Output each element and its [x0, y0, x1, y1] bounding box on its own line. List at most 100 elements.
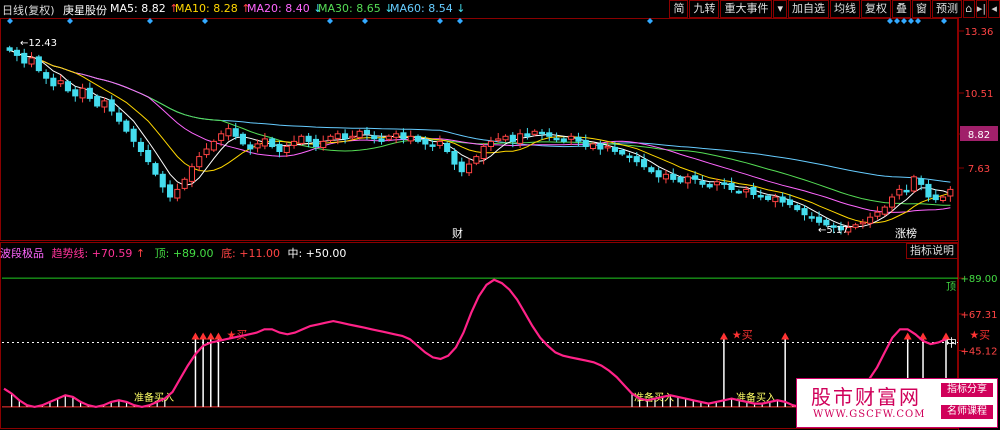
prepare-buy-label: 准备买入: [134, 391, 174, 404]
buy-arrow-icon: [719, 332, 728, 340]
moving-average-button[interactable]: 均线: [830, 0, 860, 18]
down-candle: [247, 144, 254, 150]
up-candle: [218, 133, 225, 141]
down-candle: [757, 195, 764, 198]
buy-arrow-icon: [214, 332, 223, 340]
down-candle: [35, 56, 42, 72]
skip-end-icon[interactable]: ▸|: [975, 0, 988, 18]
up-candle: [743, 188, 750, 193]
ma10-label: MA10: 8.28 ↑: [175, 2, 251, 15]
up-candle: [320, 140, 327, 148]
down-candle: [152, 163, 159, 175]
nine-turn-button[interactable]: 九转: [689, 0, 720, 18]
down-candle: [72, 89, 79, 97]
down-candle: [633, 156, 640, 163]
period-label[interactable]: 日线(复权): [2, 2, 55, 18]
up-candle: [196, 156, 203, 168]
ma20-line: [9, 49, 951, 213]
forecast-button[interactable]: 预测: [932, 0, 962, 18]
down-candle: [560, 138, 567, 142]
buy-arrow-icon: [191, 332, 200, 340]
indicator-explain-button[interactable]: 指标说明: [906, 243, 958, 259]
back-icon[interactable]: ◂: [988, 0, 1000, 18]
up-candle: [947, 188, 954, 197]
top-value: 顶: +89.00: [154, 247, 214, 260]
down-candle: [648, 167, 655, 173]
down-candle: [692, 175, 699, 180]
add-watchlist-button[interactable]: 加自选: [788, 0, 829, 18]
lock-icon[interactable]: ⌂: [963, 0, 975, 18]
down-candle: [137, 141, 144, 152]
watermark-url: WWW.GSCFW.COM: [813, 409, 926, 420]
prepare-buy-label: 准备买入: [634, 391, 674, 404]
ma60-line: [9, 49, 951, 183]
up-candle: [356, 130, 363, 138]
window-button[interactable]: 窗: [912, 0, 931, 18]
watermark-title: 股市财富网: [811, 385, 921, 409]
high-price-marker: ←12.43: [20, 38, 57, 49]
down-candle: [145, 150, 152, 163]
price-panel-frame: [0, 18, 958, 241]
down-candle: [546, 132, 553, 137]
down-candle: [553, 137, 560, 141]
down-candle: [130, 128, 137, 142]
indicator-tick-label: +67.31: [960, 310, 997, 321]
down-candle: [451, 151, 458, 165]
down-candle: [735, 190, 742, 194]
down-candle: [116, 112, 123, 122]
overlay-button[interactable]: 叠: [892, 0, 911, 18]
mid-value: 中: +50.00: [287, 247, 347, 260]
down-candle: [597, 143, 604, 150]
down-candle: [159, 173, 166, 188]
down-candle: [524, 133, 531, 137]
up-candle: [502, 135, 509, 141]
down-candle: [816, 216, 823, 223]
up-candle: [181, 178, 188, 189]
up-candle: [291, 140, 298, 146]
up-candle: [349, 135, 356, 139]
down-candle: [670, 173, 677, 180]
down-candle: [655, 170, 662, 178]
up-candle: [298, 135, 305, 144]
indicator-tick-label: +89.00: [960, 274, 997, 285]
simplified-button[interactable]: 简: [669, 0, 689, 18]
stock-chart[interactable]: 13.36 10.51 8.82 7.63 ←12.43 ←5.17 财 涨榜 +89.00 +6…: [0, 0, 1000, 430]
indicator-header: 波段极品 趋势线: +70.59 ↑ 顶: +89.00 底: +11.00 中…: [0, 245, 346, 261]
events-dropdown-button[interactable]: ▾: [773, 0, 787, 18]
up-candle: [174, 188, 181, 199]
down-candle: [786, 199, 794, 206]
up-candle: [713, 181, 721, 186]
up-candle: [327, 135, 334, 141]
price-tick-label: 7.63: [968, 164, 990, 175]
top-header-bar: 日线(复权) 庚星股份 MA5: 8.82 ↑ MA10: 8.28 ↑ MA2…: [0, 0, 1000, 18]
down-candle: [626, 155, 633, 158]
indicator-tick-label: +45.12: [960, 347, 997, 358]
down-candle: [779, 196, 786, 203]
down-candle: [765, 195, 772, 200]
indicator-name[interactable]: 波段极品: [0, 247, 44, 260]
up-candle: [261, 138, 268, 147]
down-candle: [232, 128, 239, 137]
bottom-value: 底: +11.00: [221, 247, 280, 260]
price-adjust-button[interactable]: 复权: [861, 0, 891, 18]
stock-name: 庚星股份: [63, 4, 107, 17]
down-candle: [239, 133, 246, 145]
down-candle: [123, 120, 130, 132]
watermark-logo: 股市财富网 WWW.GSCFW.COM 指标分享 名师课程: [796, 378, 998, 428]
down-candle: [903, 189, 910, 193]
ma30-label: MA30: 8.65 ↓: [318, 2, 394, 15]
major-events-button[interactable]: 重大事件: [720, 0, 773, 18]
up-candle: [910, 176, 917, 192]
price-tick-label: 10.51: [965, 89, 994, 100]
ma20-label: MA20: 8.40 ↓: [247, 2, 323, 15]
up-candle: [334, 133, 341, 139]
up-candle: [473, 156, 480, 164]
down-candle: [13, 49, 20, 56]
buy-arrow-icon: [781, 332, 790, 340]
gainers-list-marker: 涨榜: [895, 226, 917, 240]
up-candle: [203, 148, 210, 156]
top-tag: 顶: [946, 281, 956, 293]
up-candle: [210, 140, 217, 151]
buy-arrow-icon: [903, 332, 912, 340]
up-candle: [867, 216, 874, 224]
